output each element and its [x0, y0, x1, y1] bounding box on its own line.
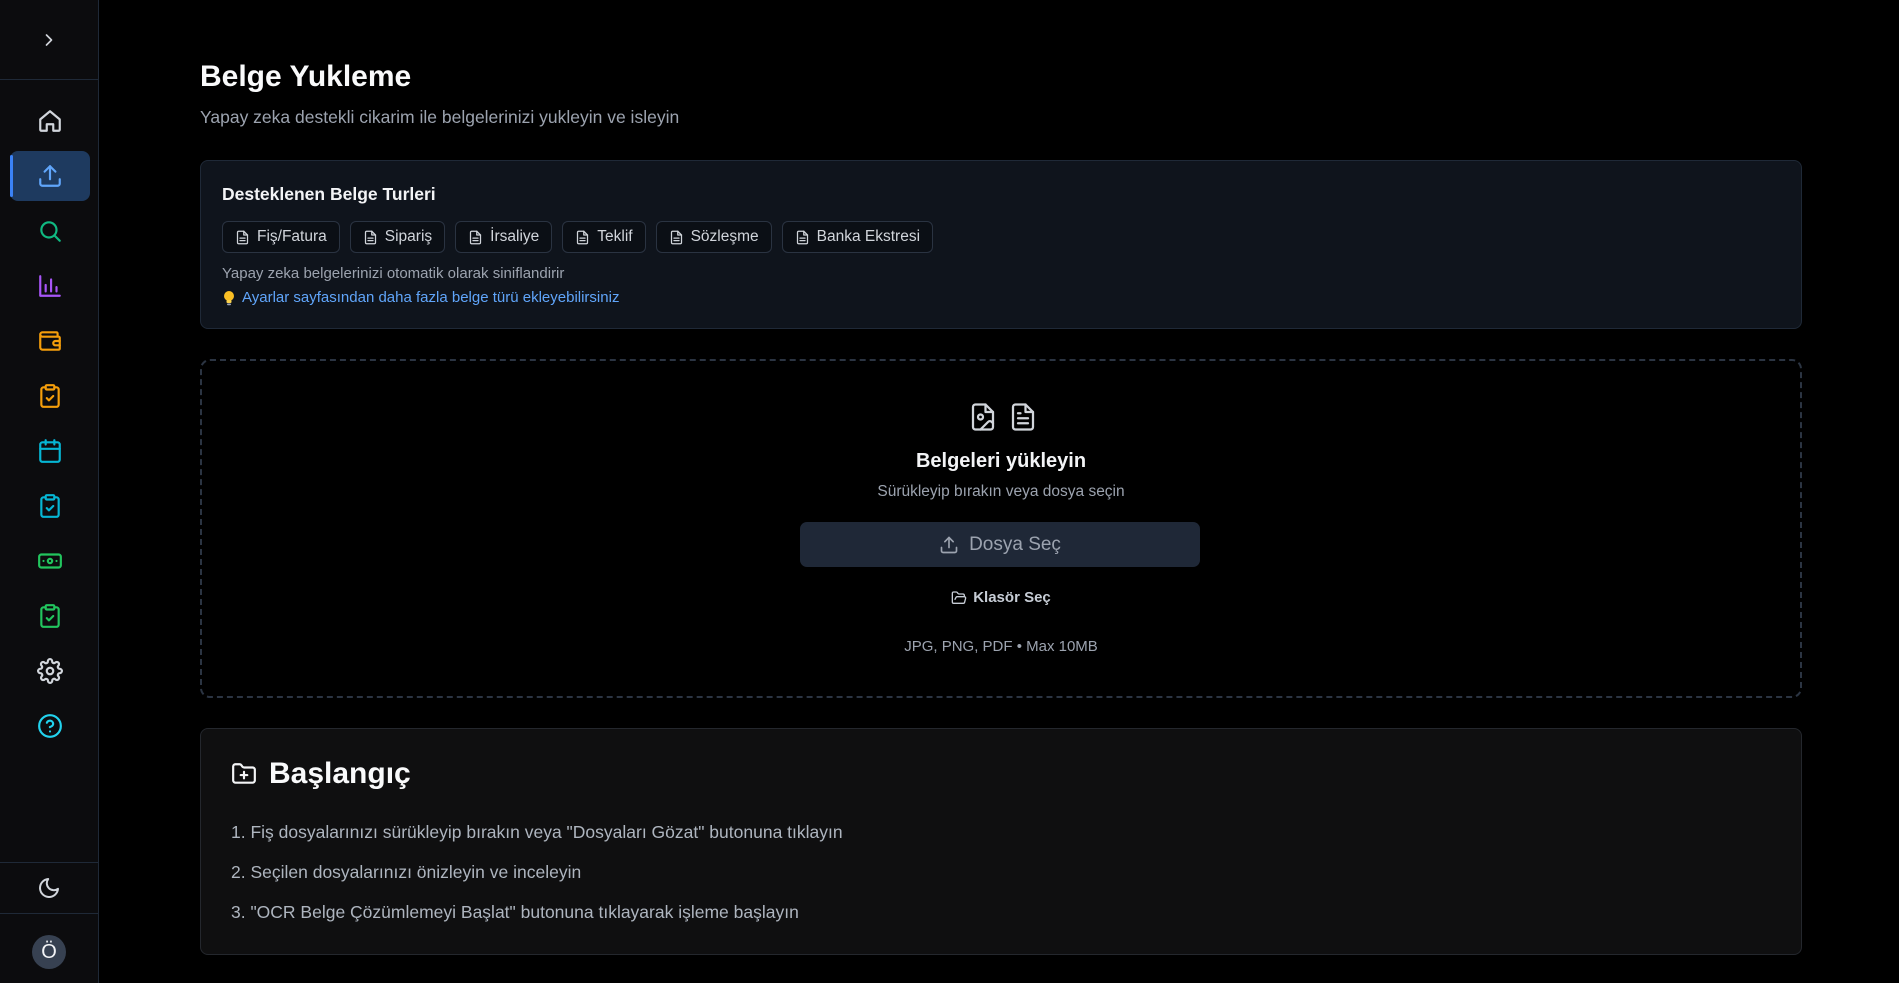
file-text-icon — [1011, 403, 1035, 431]
sidebar-item-payments[interactable] — [10, 536, 90, 586]
sidebar-item-reports[interactable] — [10, 261, 90, 311]
upload-icon — [39, 165, 61, 187]
getting-started-title: Başlangıç — [269, 757, 411, 790]
file-text-icon — [236, 230, 249, 244]
chip-order[interactable]: Sipariş — [349, 221, 446, 253]
getting-started-card: Başlangıç 1. Fiş dosyalarınızı sürükleyi… — [200, 728, 1802, 955]
folder-open-icon — [951, 590, 967, 604]
clipboard-check-icon — [40, 494, 60, 518]
sidebar-item-checklist[interactable] — [10, 481, 90, 531]
clipboard-check-icon — [40, 384, 60, 408]
calendar-icon — [39, 439, 61, 463]
lightbulb-icon — [224, 290, 234, 305]
dropzone-icons — [968, 401, 1038, 433]
chip-quote[interactable]: Teklif — [562, 221, 646, 253]
choose-file-label: Dosya Seç — [969, 533, 1061, 555]
sidebar-nav — [0, 96, 98, 756]
dropzone-title: Belgeleri yükleyin — [915, 450, 1087, 472]
dropzone-subtitle: Sürükleyip bırakın veya dosya seçin — [877, 483, 1125, 500]
choose-file-button[interactable]: Dosya Seç — [800, 522, 1200, 567]
sidebar-toggle-button[interactable] — [0, 0, 98, 80]
file-image-icon — [971, 403, 995, 431]
file-text-icon — [364, 230, 376, 244]
sidebar-item-settings[interactable] — [10, 646, 90, 696]
sidebar-item-approvals[interactable] — [10, 591, 90, 641]
page-title: Belge Yukleme — [200, 60, 412, 93]
sidebar-item-upload[interactable] — [10, 151, 90, 201]
file-dropzone[interactable]: Belgeleri yükleyin Sürükleyip bırakın ve… — [200, 359, 1802, 698]
chip-label: Fiş/Fatura — [257, 228, 327, 245]
file-text-icon — [796, 230, 808, 244]
chip-label: Banka Ekstresi — [816, 228, 921, 245]
step-item: 2. Seçilen dosyalarınızı önizleyin ve in… — [231, 862, 582, 882]
getting-started-steps: 1. Fiş dosyalarınızı sürükleyip bırakın … — [231, 822, 843, 942]
clipboard-check-icon — [40, 604, 60, 628]
folder-plus-icon — [232, 763, 256, 784]
file-text-icon — [577, 230, 589, 244]
sidebar-item-help[interactable] — [10, 701, 90, 751]
step-item: 3. "OCR Belge Çözümlemeyi Başlat" butonu… — [231, 902, 799, 922]
supported-types-title: Desteklenen Belge Turleri — [222, 184, 436, 204]
banknote-icon — [38, 553, 62, 569]
sidebar-item-tasks[interactable] — [10, 371, 90, 421]
bar-chart-icon — [39, 275, 61, 297]
settings-tip-link[interactable]: Ayarlar sayfasından daha fazla belge tür… — [222, 289, 619, 306]
step-item: 1. Fiş dosyalarınızı sürükleyip bırakın … — [231, 822, 843, 842]
wallet-icon — [39, 331, 61, 351]
document-type-chips: Fiş/Fatura Sipariş İrsaliye Teklif Sözle… — [222, 221, 934, 253]
home-icon — [39, 110, 61, 132]
chip-label: Sözleşme — [690, 228, 759, 245]
sidebar-item-home[interactable] — [10, 96, 90, 146]
chip-waybill[interactable]: İrsaliye — [455, 221, 553, 253]
chevron-right-icon — [45, 33, 53, 46]
file-text-icon — [670, 230, 682, 244]
settings-tip-text: Ayarlar sayfasından daha fazla belge tür… — [242, 289, 620, 306]
sidebar: Ö — [0, 0, 99, 983]
chip-label: İrsaliye — [490, 228, 540, 245]
upload-icon — [940, 536, 958, 553]
chip-label: Sipariş — [384, 228, 433, 245]
supported-types-card: Desteklenen Belge Turleri Fiş/Fatura Sip… — [200, 160, 1802, 329]
chip-contract[interactable]: Sözleşme — [655, 221, 772, 253]
chip-bank-statement[interactable]: Banka Ekstresi — [781, 221, 934, 253]
chip-receipt-invoice[interactable]: Fiş/Fatura — [222, 221, 340, 253]
accepted-formats: JPG, PNG, PDF • Max 10MB — [904, 638, 1098, 655]
choose-folder-button[interactable]: Klasör Seç — [202, 589, 1800, 606]
search-icon — [40, 221, 61, 242]
sidebar-item-wallet[interactable] — [10, 316, 90, 366]
choose-folder-label: Klasör Seç — [973, 589, 1051, 606]
theme-toggle-button[interactable] — [0, 863, 98, 913]
sidebar-item-calendar[interactable] — [10, 426, 90, 476]
file-text-icon — [470, 230, 482, 244]
chip-label: Teklif — [597, 228, 633, 245]
sidebar-item-search[interactable] — [10, 206, 90, 256]
avatar[interactable]: Ö — [32, 935, 66, 969]
auto-classify-note: Yapay zeka belgelerinizi otomatik olarak… — [222, 265, 565, 282]
sidebar-divider — [0, 913, 98, 914]
moon-icon — [39, 878, 59, 898]
gear-icon — [37, 658, 63, 684]
getting-started-header: Başlangıç — [231, 757, 411, 791]
page-subtitle: Yapay zeka destekli cikarim ile belgeler… — [200, 107, 680, 127]
help-circle-icon — [38, 714, 62, 738]
